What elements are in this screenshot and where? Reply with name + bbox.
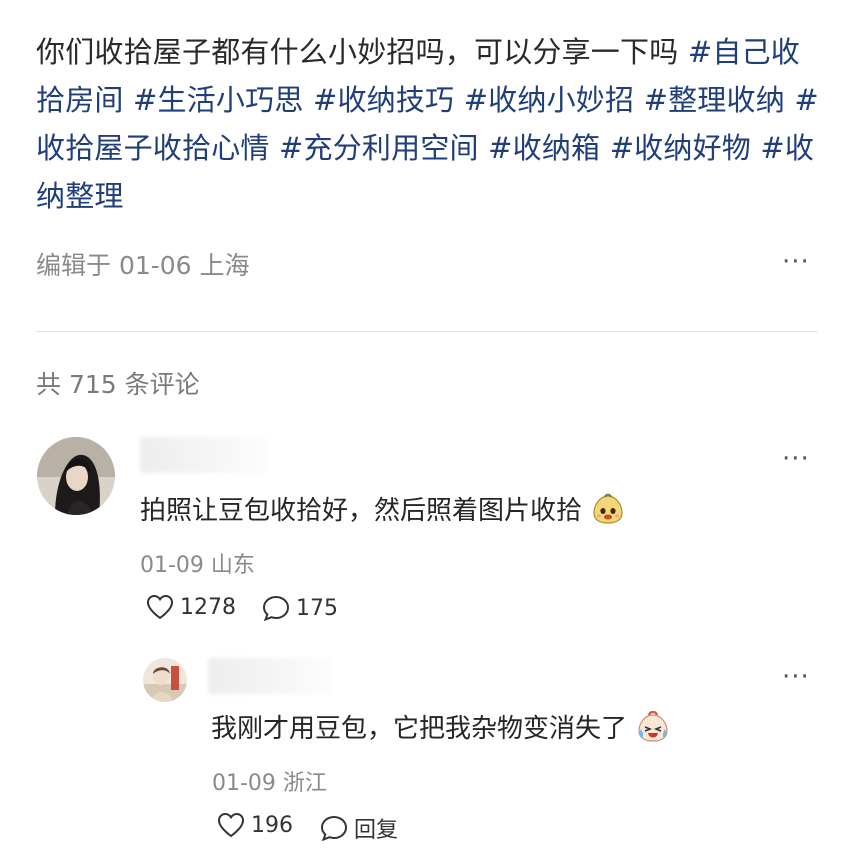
divider [36, 331, 818, 332]
hashtag-link[interactable]: #整理收纳 [644, 83, 785, 117]
heart-icon [146, 594, 174, 620]
like-count: 1278 [180, 594, 236, 620]
reply-avatar[interactable] [143, 658, 187, 702]
reply-body: 我刚才用豆包，它把我杂物变消失了 [211, 714, 628, 744]
hashtag-link[interactable]: #生活小巧思 [133, 83, 304, 117]
comment-bubble-icon [262, 594, 290, 622]
reply-text: 我刚才用豆包，它把我杂物变消失了 [211, 708, 669, 745]
comment-text: 拍照让豆包收拾好，然后照着图片收拾 [140, 490, 624, 527]
heart-icon [217, 812, 245, 838]
reply-more-button[interactable]: ··· [782, 662, 810, 692]
avatar-image [143, 658, 187, 702]
hashtag-link[interactable]: #收纳好物 [610, 131, 751, 165]
doubao-emoji-icon [592, 493, 624, 525]
post-body-text: 你们收拾屋子都有什么小妙招吗，可以分享一下吗 [36, 35, 679, 69]
reply-label: 回复 [354, 818, 399, 843]
comment-meta: 01-09 山东 [140, 553, 255, 578]
laugh-cry-emoji-icon [637, 711, 669, 743]
reply-meta: 01-09 浙江 [212, 771, 327, 796]
reply-like-button[interactable]: 196 [217, 812, 293, 838]
comment-more-button[interactable]: ··· [782, 444, 810, 474]
reply-button[interactable]: 回复 [320, 812, 398, 844]
reply-count: 175 [296, 595, 338, 621]
hashtag-link[interactable]: #收纳小妙招 [464, 83, 635, 117]
reply-like-count: 196 [251, 812, 293, 838]
avatar[interactable] [37, 437, 115, 515]
hashtag-link[interactable]: #充分利用空间 [279, 131, 479, 165]
reply-count-button[interactable]: 175 [262, 594, 338, 622]
comments-count: 共 715 条评论 [36, 370, 200, 399]
post-more-button[interactable]: ··· [782, 247, 810, 277]
username-blurred[interactable] [140, 437, 270, 473]
hashtag-link[interactable]: #收纳技巧 [313, 83, 454, 117]
comment-bubble-icon [320, 814, 348, 842]
comment-body: 拍照让豆包收拾好，然后照着图片收拾 [140, 496, 583, 526]
post-meta: 编辑于 01-06 上海 [36, 251, 250, 280]
hashtag-link[interactable]: #收纳箱 [488, 131, 600, 165]
like-button[interactable]: 1278 [146, 594, 236, 620]
avatar-image [37, 437, 115, 515]
post-text: 你们收拾屋子都有什么小妙招吗，可以分享一下吗 #自己收拾房间 #生活小巧思 #收… [36, 28, 821, 220]
reply-username-blurred[interactable] [208, 658, 333, 694]
